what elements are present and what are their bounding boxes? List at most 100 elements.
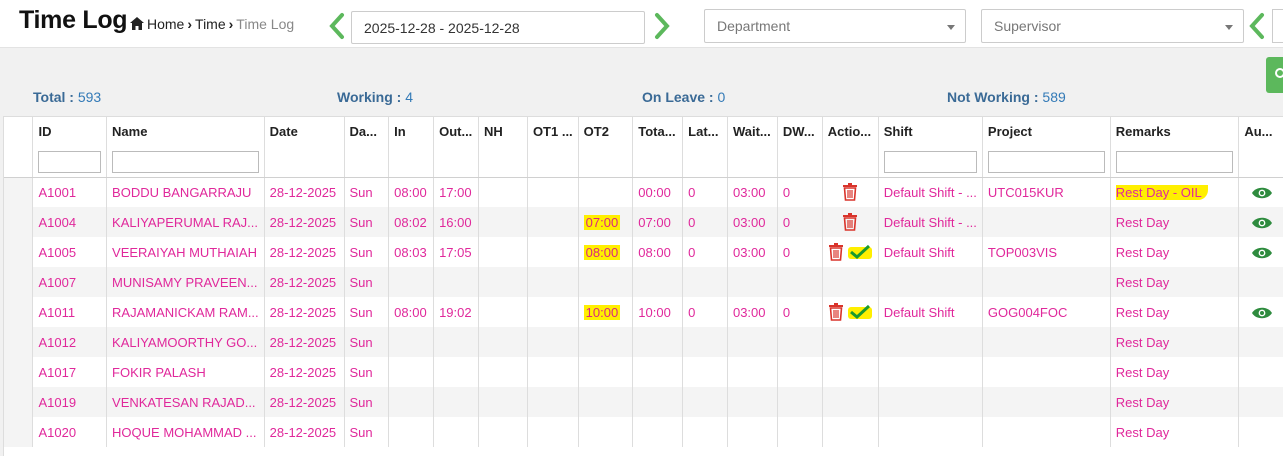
supervisor-select[interactable]: Supervisor [981, 9, 1244, 43]
department-select[interactable]: Department [704, 9, 966, 43]
cell-total: 07:00 [632, 207, 684, 237]
table-row[interactable]: A1011 RAJAMANICKAM RAM... 28-12-2025 Sun 08:… [4, 297, 1283, 327]
table-row[interactable]: A1020 HOQUE MOHAMMAD ... 28-12-2025 Sun Rest… [4, 417, 1283, 447]
cell-name: VEERAIYAH MUTHAIAH [106, 237, 265, 267]
row-select-cell[interactable] [4, 357, 34, 387]
column-header[interactable]: NH [478, 117, 528, 178]
next-date-button[interactable] [651, 12, 673, 40]
approve-check-icon[interactable] [848, 304, 873, 320]
column-filter-input[interactable] [883, 151, 977, 173]
trash-icon[interactable] [828, 243, 844, 261]
table-row[interactable]: A1019 VENKATESAN RAJAD... 28-12-2025 Sun Res… [4, 387, 1283, 417]
cell-remarks: Rest Day [1110, 387, 1240, 417]
cell-date: 28-12-2025 [264, 387, 345, 417]
cell-project [982, 207, 1111, 237]
previous-supervisor-button[interactable] [1246, 12, 1268, 40]
column-header[interactable]: Out... [433, 117, 480, 178]
cell-nh [478, 417, 528, 447]
cell-id: A1011 [32, 297, 108, 327]
cell-out: 17:05 [433, 237, 480, 267]
table-row[interactable]: A1017 FOKIR PALASH 28-12-2025 Sun Rest Day [4, 357, 1283, 387]
cell-late: 0 [682, 237, 728, 267]
row-select-cell[interactable] [4, 207, 34, 237]
cell-dw: 0 [777, 297, 823, 327]
cell-audit [1238, 297, 1283, 327]
caret-down-icon [947, 25, 955, 30]
view-eye-icon[interactable] [1252, 246, 1273, 260]
table-row[interactable]: A1005 VEERAIYAH MUTHAIAH 28-12-2025 Sun 08:0… [4, 237, 1283, 267]
column-header[interactable]: Lat... [682, 117, 728, 178]
view-eye-icon[interactable] [1252, 186, 1273, 200]
row-select-cell[interactable] [4, 267, 34, 297]
row-select-cell[interactable] [4, 297, 34, 327]
column-header[interactable]: ID [32, 117, 108, 178]
column-header-label: Name [112, 124, 148, 139]
cell-shift: Default Shift [878, 237, 983, 267]
column-header[interactable]: Da... [344, 117, 390, 178]
row-select-cell[interactable] [4, 327, 34, 357]
column-header[interactable]: Actio... [822, 117, 879, 178]
cell-ot2 [578, 357, 634, 387]
column-header[interactable]: Name [106, 117, 265, 178]
column-header[interactable]: Wait... [727, 117, 778, 178]
column-header-label: Remarks [1115, 124, 1171, 139]
cell-audit [1238, 327, 1283, 357]
cell-day: Sun [344, 327, 390, 357]
cell-late [682, 267, 728, 297]
approve-check-icon[interactable] [848, 244, 873, 260]
cell-ot1 [527, 387, 579, 417]
home-icon[interactable] [130, 17, 144, 30]
column-header[interactable]: Shift [878, 117, 983, 178]
table-row[interactable]: A1001 BODDU BANGARRAJU 28-12-2025 Sun 08:00 1… [4, 177, 1283, 207]
column-header[interactable]: In [388, 117, 435, 178]
top-bar: Time Log Home›Time›Time Log Department S… [0, 0, 1283, 48]
column-header[interactable]: Tota... [632, 117, 684, 178]
extra-filter-input[interactable] [1272, 9, 1283, 43]
cell-remarks: Rest Day [1110, 207, 1240, 237]
table-row[interactable]: A1007 MUNISAMY PRAVEEN... 28-12-2025 Sun Res… [4, 267, 1283, 297]
view-eye-icon[interactable] [1252, 306, 1273, 320]
column-header[interactable]: DW... [777, 117, 823, 178]
view-eye-icon[interactable] [1252, 216, 1273, 230]
cell-id: A1012 [32, 327, 108, 357]
row-select-cell[interactable] [4, 387, 34, 417]
cell-day: Sun [344, 357, 390, 387]
trash-icon[interactable] [828, 303, 844, 321]
row-select-cell[interactable] [4, 417, 34, 447]
column-filter-input[interactable] [112, 151, 259, 173]
breadcrumb-home[interactable]: Home [147, 16, 184, 32]
time-log-table: ID Name Date Da... In Out... NH OT1 ... OT2 Tota.… [4, 117, 1283, 447]
column-header[interactable]: OT2 [578, 117, 634, 178]
search-button[interactable] [1266, 57, 1283, 93]
column-header[interactable]: OT1 ... [527, 117, 579, 178]
previous-date-button[interactable] [326, 12, 348, 40]
column-header[interactable]: Au... [1238, 117, 1283, 178]
column-header[interactable]: Remarks [1110, 117, 1240, 178]
cell-remarks: Rest Day [1110, 267, 1240, 297]
table-row[interactable]: A1012 KALIYAMOORTHY GO... 28-12-2025 Sun Res… [4, 327, 1283, 357]
cell-shift [878, 357, 983, 387]
row-select-cell[interactable] [4, 177, 34, 207]
cell-shift [878, 387, 983, 417]
trash-icon[interactable] [842, 213, 858, 231]
date-range-input[interactable] [351, 11, 645, 44]
row-select-cell[interactable] [4, 237, 34, 267]
breadcrumb-current: Time Log [236, 16, 295, 32]
cell-in: 08:00 [388, 297, 435, 327]
column-filter-input[interactable] [38, 151, 102, 173]
column-header[interactable]: Date [264, 117, 345, 178]
cell-out [433, 267, 480, 297]
cell-actions [822, 267, 879, 297]
cell-date: 28-12-2025 [264, 357, 345, 387]
column-header[interactable]: Project [982, 117, 1111, 178]
cell-audit [1238, 177, 1283, 207]
cell-remarks: Rest Day [1110, 417, 1240, 447]
column-filter-input[interactable] [987, 151, 1105, 173]
cell-nh [478, 177, 528, 207]
cell-in [388, 387, 435, 417]
breadcrumb-time[interactable]: Time [195, 16, 226, 32]
column-filter-input[interactable] [1115, 151, 1234, 173]
stat-total: Total : 593 [33, 89, 102, 105]
trash-icon[interactable] [842, 183, 858, 202]
table-row[interactable]: A1004 KALIYAPERUMAL RAJ... 28-12-2025 Sun 08… [4, 207, 1283, 237]
